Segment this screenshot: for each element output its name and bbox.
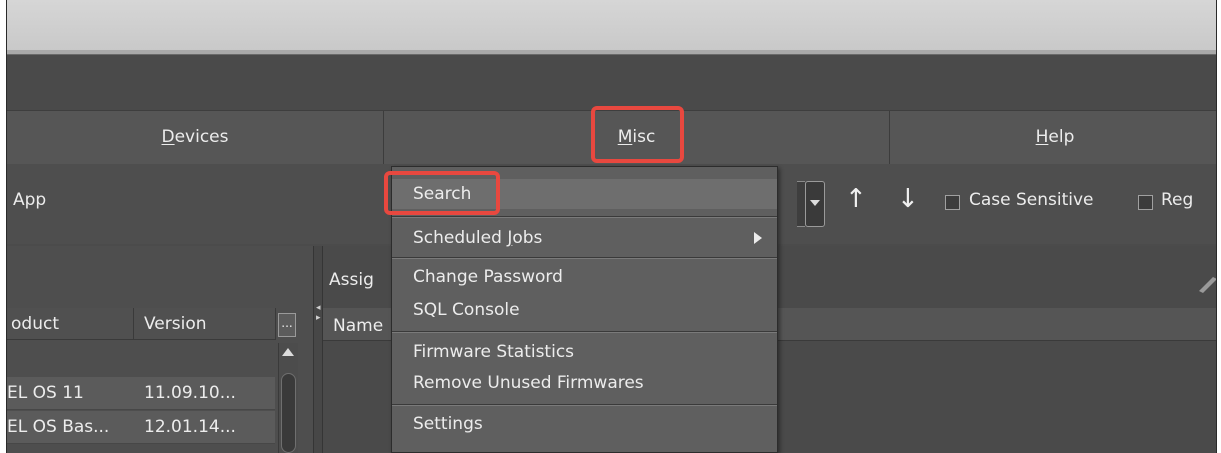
menu-separator	[392, 216, 777, 218]
chevron-down-icon[interactable]	[805, 181, 825, 227]
application-window: Devices Misc Help App ↑ ↓ Case Sensitive…	[6, 0, 1217, 453]
menu-item-sql-console[interactable]: SQL Console	[392, 295, 777, 325]
assign-label: Assig	[329, 270, 374, 290]
menu-separator	[392, 404, 777, 406]
splitter-arrows-icon[interactable]: ◂ ▸	[316, 303, 321, 323]
menu-separator	[392, 257, 777, 259]
menu-item-settings-label: Settings	[413, 414, 483, 434]
pane-splitter[interactable]	[313, 246, 323, 453]
scroll-up-icon[interactable]	[282, 348, 294, 356]
table-row[interactable]: EL OS Bas... 12.01.14...	[7, 411, 275, 444]
menu-item-change-password-label: Change Password	[413, 267, 563, 287]
menu-separator	[392, 331, 777, 333]
column-header-version-label: Version	[144, 314, 207, 334]
cell-product: EL OS 11	[7, 383, 84, 403]
case-sensitive-label: Case Sensitive	[969, 190, 1094, 210]
menu-item-sql-console-label: SQL Console	[413, 300, 520, 320]
menu-item-firmware-statistics-label: Firmware Statistics	[413, 342, 575, 362]
search-highlight-box	[384, 171, 500, 215]
column-header-product-label: oduct	[11, 314, 59, 334]
menu-item-remove-unused-firmwares-label: Remove Unused Firmwares	[413, 373, 644, 393]
column-chooser-button[interactable]: ...	[278, 313, 296, 337]
menu-devices[interactable]: Devices	[7, 111, 384, 164]
up-arrow-icon[interactable]: ↑	[845, 184, 867, 214]
menu-item-scheduled-jobs[interactable]: Scheduled Jobs	[392, 223, 777, 253]
menu-help-label: Help	[1035, 127, 1075, 147]
menu-item-settings[interactable]: Settings	[392, 409, 777, 439]
submenu-arrow-icon	[754, 232, 762, 244]
window-titlebar[interactable]	[7, 0, 1216, 51]
column-header-name[interactable]: Name	[333, 316, 383, 336]
app-header	[7, 55, 1216, 110]
menu-item-remove-unused-firmwares[interactable]: Remove Unused Firmwares	[392, 368, 777, 398]
menu-devices-label: Devices	[161, 127, 229, 147]
menu-item-scheduled-jobs-label: Scheduled Jobs	[413, 228, 543, 248]
menu-item-change-password[interactable]: Change Password	[392, 262, 777, 292]
regex-label: Reg	[1161, 190, 1194, 210]
column-header-version[interactable]: Version	[134, 308, 276, 340]
case-sensitive-checkbox[interactable]	[945, 195, 960, 210]
misc-highlight-box	[591, 106, 684, 163]
menu-item-firmware-statistics[interactable]: Firmware Statistics	[392, 337, 777, 367]
app-label: App	[13, 190, 47, 210]
vertical-scrollbar[interactable]	[278, 343, 298, 453]
scroll-thumb[interactable]	[281, 373, 296, 453]
filter-combo[interactable]	[797, 181, 805, 227]
pencil-icon[interactable]	[1197, 275, 1216, 293]
regex-checkbox[interactable]	[1138, 195, 1153, 210]
cell-version: 11.09.10...	[144, 383, 236, 403]
table-row[interactable]: EL OS 11 11.09.10...	[7, 377, 275, 410]
cell-product: EL OS Bas...	[7, 417, 110, 437]
cell-version: 12.01.14...	[144, 417, 236, 437]
menu-help[interactable]: Help	[890, 111, 1216, 164]
column-header-product[interactable]: oduct	[7, 308, 134, 340]
down-arrow-icon[interactable]: ↓	[897, 184, 919, 214]
